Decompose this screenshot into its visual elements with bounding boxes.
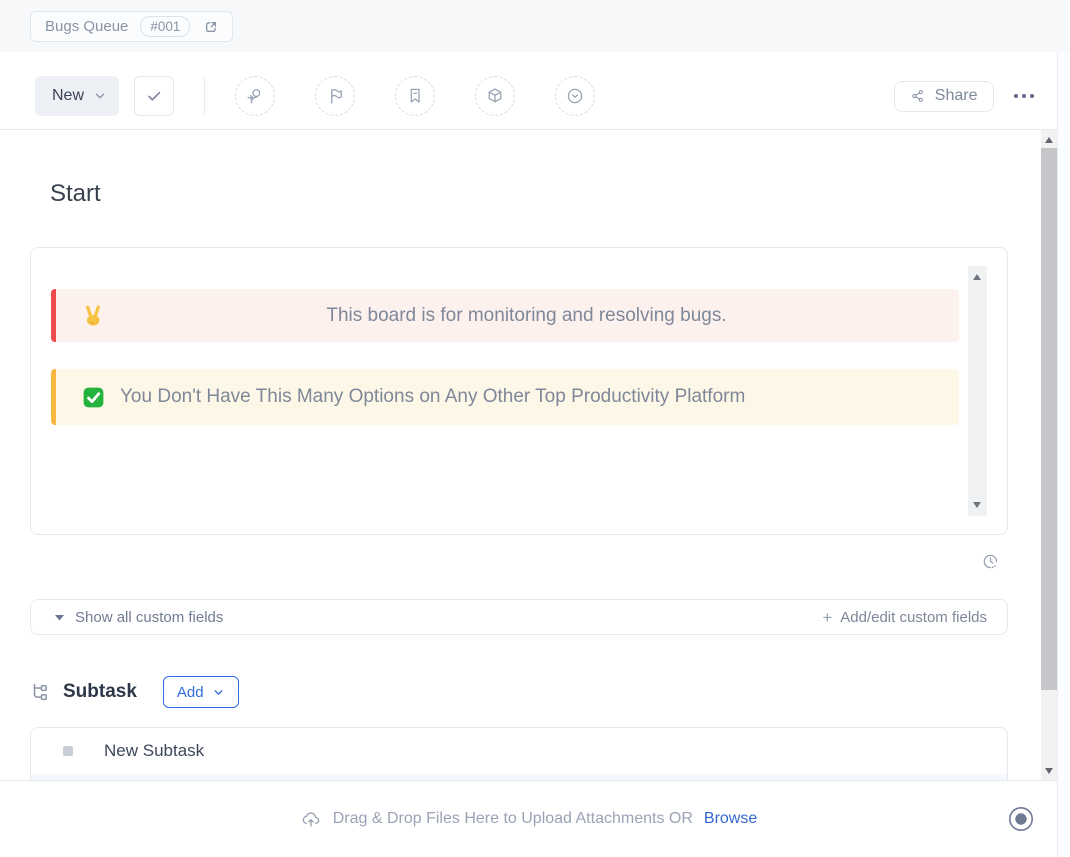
priority-button[interactable] [315,76,355,116]
record-circle-icon [1008,806,1034,832]
topbar: Bugs Queue #001 [0,0,1070,52]
record-button[interactable] [1008,806,1034,832]
cube-icon [484,85,506,107]
show-custom-fields-label: Show all custom fields [75,609,223,626]
checkmark-icon [144,86,164,106]
plus-icon: + [822,609,832,626]
status-cycle-button[interactable] [555,76,595,116]
scroll-down-arrow-icon[interactable] [1045,768,1053,774]
breadcrumb[interactable]: Bugs Queue #001 [30,11,233,42]
status-new-button[interactable]: New [35,76,119,116]
caret-down-icon [55,614,64,621]
bookmark-button[interactable] [395,76,435,116]
add-edit-custom-fields-button[interactable]: + Add/edit custom fields [822,609,987,626]
subtask-name: New Subtask [104,741,204,761]
task-detail-window: Bugs Queue #001 New [0,0,1070,857]
item-type-button[interactable] [475,76,515,116]
alert-text: You Don't Have This Many Options on Any … [120,386,745,408]
dropzone-text: Drag & Drop Files Here to Upload Attachm… [333,810,693,828]
subtask-section-title: Subtask [63,681,137,703]
description-alert-yellow: You Don't Have This Many Options on Any … [51,369,959,425]
browse-link[interactable]: Browse [704,810,757,828]
subtask-section-header: Subtask Add [30,676,239,708]
bookmark-minus-icon [404,85,426,107]
share-icon [910,88,926,104]
flag-icon [324,85,346,107]
page-scrollbar[interactable] [1041,130,1057,780]
subtask-row[interactable]: New Subtask [31,728,1007,774]
scrollbar-thumb[interactable] [1041,148,1057,690]
share-label: Share [935,87,978,105]
board-name: Bugs Queue [45,18,128,35]
scroll-up-arrow-icon[interactable] [1045,137,1053,143]
scroll-up-arrow-icon[interactable] [973,274,981,280]
add-subtask-label: Add [177,684,204,701]
toolbar-divider [204,78,205,114]
complete-task-button[interactable] [134,76,174,116]
victory-hand-emoji [81,303,106,328]
task-title[interactable]: Start [50,180,101,208]
description-scrollbar[interactable] [968,266,987,516]
cloud-upload-icon [300,808,322,830]
status-new-label: New [52,87,84,105]
dropzone-content: Drag & Drop Files Here to Upload Attachm… [0,781,1057,857]
custom-fields-bar: Show all custom fields + Add/edit custom… [30,599,1008,635]
clock-icon [980,551,1001,572]
chevron-down-icon [212,686,225,699]
share-button[interactable]: Share [894,81,994,112]
add-edit-custom-fields-label: Add/edit custom fields [840,609,987,626]
toolbar-right-group: Share [894,81,1057,112]
description-alert-red: This board is for monitoring and resolvi… [51,289,959,342]
task-content-area: Start This board is for monitoring and r… [0,130,1041,780]
subtask-status-square-icon [63,746,73,756]
description-editor[interactable]: This board is for monitoring and resolvi… [30,247,1008,535]
reassign-user-icon [244,85,266,107]
alert-text: This board is for monitoring and resolvi… [106,305,947,327]
scroll-down-arrow-icon[interactable] [973,502,981,508]
subtask-tree-icon [30,681,52,703]
show-custom-fields-toggle[interactable]: Show all custom fields [55,609,223,626]
toolbar: New [0,53,1057,130]
chevron-down-icon [93,89,107,103]
subtask-list-card: New Subtask [30,727,1008,780]
check-mark-button-emoji [81,385,106,410]
add-subtask-button[interactable]: Add [163,676,239,708]
circle-chevron-icon [564,85,586,107]
attachments-dropzone[interactable]: Drag & Drop Files Here to Upload Attachm… [0,780,1057,857]
assignee-button[interactable] [235,76,275,116]
more-options-button[interactable] [1012,88,1037,105]
right-edge-panel [1057,52,1070,857]
open-in-new-icon[interactable] [202,18,220,36]
task-id-badge: #001 [140,16,190,37]
history-button[interactable] [980,551,1001,577]
